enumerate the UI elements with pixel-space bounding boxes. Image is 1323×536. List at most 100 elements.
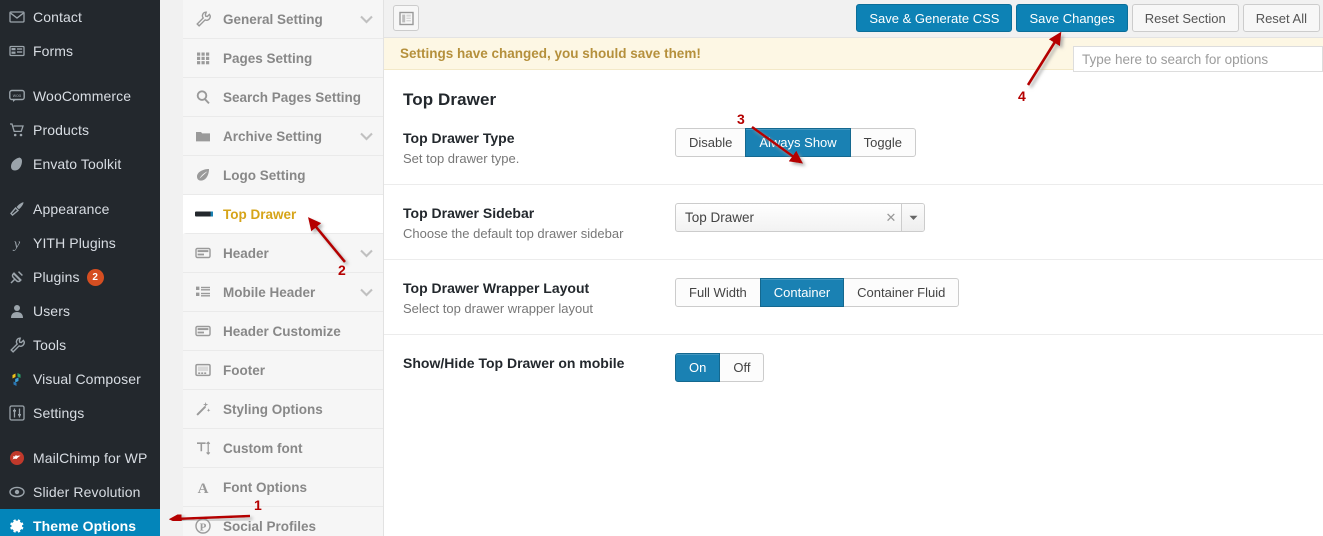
sidebar-item-label: MailChimp for WP: [33, 450, 148, 466]
magic-wand-icon: [195, 401, 223, 417]
buttonset-option-full-width[interactable]: Full Width: [675, 278, 761, 307]
sidebar-item-visual-composer[interactable]: Visual Composer: [0, 362, 160, 396]
sidebar-item-tools[interactable]: Tools: [0, 328, 160, 362]
option-field-row: Top Drawer Sidebar Choose the default top…: [384, 185, 1323, 260]
sidebar-item-envato-toolkit[interactable]: Envato Toolkit: [0, 147, 160, 181]
chevron-down-icon[interactable]: [901, 204, 924, 231]
text-height-icon: [195, 440, 223, 456]
envato-leaf-icon: [9, 154, 33, 174]
buttonset-option-toggle[interactable]: Toggle: [849, 128, 916, 157]
options-nav-item-label: Search Pages Setting: [223, 89, 362, 105]
chevron-down-icon[interactable]: [360, 246, 373, 261]
chevron-down-icon[interactable]: [360, 129, 373, 144]
option-field-control: On Off: [675, 353, 765, 382]
toolbar-button-group: Save & Generate CSS Save Changes Reset S…: [856, 4, 1320, 32]
options-nav-item-mobile-header[interactable]: Mobile Header: [183, 273, 383, 312]
sidebar-item-yith-plugins[interactable]: y YITH Plugins: [0, 226, 160, 260]
sidebar-item-users[interactable]: Users: [0, 294, 160, 328]
sidebar-separator: [0, 181, 160, 192]
options-nav-item-label: Font Options: [223, 479, 307, 495]
save-changes-button[interactable]: Save Changes: [1016, 4, 1128, 32]
reset-all-button[interactable]: Reset All: [1242, 4, 1320, 32]
options-fields-list: Top Drawer Type Set top drawer type. Disab…: [384, 110, 1323, 400]
sidebar-item-label: YITH Plugins: [33, 235, 116, 251]
options-nav-item-header-customize[interactable]: Header Customize: [183, 312, 383, 351]
sidebar-item-label: Forms: [33, 43, 74, 59]
option-field-description: Set top drawer type.: [403, 151, 520, 166]
buttonset-option-off[interactable]: Off: [719, 353, 765, 382]
sidebar-item-appearance[interactable]: Appearance: [0, 192, 160, 226]
options-nav-item-custom-font[interactable]: Custom font: [183, 429, 383, 468]
svg-text:y: y: [12, 237, 21, 251]
options-nav-item-header[interactable]: Header: [183, 234, 383, 273]
yith-icon: y: [9, 233, 33, 253]
options-nav-item-footer[interactable]: Footer: [183, 351, 383, 390]
buttonset-option-container-fluid[interactable]: Container Fluid: [843, 278, 960, 307]
option-field-label: Top Drawer Sidebar Choose the default top…: [403, 203, 675, 241]
sidebar-separator: [0, 68, 160, 79]
save-generate-css-button[interactable]: Save & Generate CSS: [856, 4, 1013, 32]
options-nav-item-archive-setting[interactable]: Archive Setting: [183, 117, 383, 156]
options-main-panel: Save & Generate CSS Save Changes Reset S…: [384, 0, 1323, 536]
search-input[interactable]: [1073, 46, 1323, 72]
options-nav-item-label: Mobile Header: [223, 284, 316, 300]
options-nav-item-label: Pages Setting: [223, 50, 313, 66]
annotation-number-2: 2: [338, 262, 346, 278]
forms-icon: [9, 41, 33, 61]
sidebar-item-products[interactable]: Products: [0, 113, 160, 147]
options-nav-item-label: Social Profiles: [223, 518, 317, 534]
buttonset-option-disable[interactable]: Disable: [675, 128, 747, 157]
options-nav-item-font-options[interactable]: A Font Options: [183, 468, 383, 507]
expand-panel-icon[interactable]: [393, 5, 419, 31]
sidebar-item-label: Theme Options: [33, 518, 137, 534]
options-nav-item-pages-setting[interactable]: Pages Setting: [183, 39, 383, 78]
buttonset-option-always-show[interactable]: Always Show: [745, 128, 851, 157]
option-field-label: Top Drawer Wrapper Layout Select top draw…: [403, 278, 675, 316]
slider-revolution-icon: [9, 482, 33, 502]
options-nav-item-styling-options[interactable]: Styling Options: [183, 390, 383, 429]
sidebar-separator: [0, 430, 160, 441]
sidebar-item-forms[interactable]: Forms: [0, 34, 160, 68]
sidebar-item-settings[interactable]: Settings: [0, 396, 160, 430]
sidebar-item-mailchimp-for-wp[interactable]: MailChimp for WP: [0, 441, 160, 475]
font-a-icon: A: [195, 479, 223, 495]
wrench-icon: [9, 335, 33, 355]
sidebar-select[interactable]: Top Drawer ✕: [675, 203, 925, 232]
sidebar-item-woocommerce[interactable]: woo WooCommerce: [0, 79, 160, 113]
drawer-bar-icon: [195, 209, 223, 219]
options-nav-item-label: Styling Options: [223, 401, 323, 417]
option-field-title: Top Drawer Wrapper Layout: [403, 280, 590, 296]
option-field-row: Top Drawer Type Set top drawer type. Disab…: [384, 110, 1323, 185]
sidebar-item-label: Envato Toolkit: [33, 156, 122, 172]
sidebar-item-plugins[interactable]: Plugins 2: [0, 260, 160, 294]
option-field-description: Choose the default top drawer sidebar: [403, 226, 624, 241]
option-field-label: Top Drawer Type Set top drawer type.: [403, 128, 675, 166]
options-nav-item-social-profiles[interactable]: P Social Profiles: [183, 507, 383, 536]
options-nav-item-logo-setting[interactable]: Logo Setting: [183, 156, 383, 195]
sidebar-item-contact[interactable]: Contact: [0, 0, 160, 34]
options-nav-item-general-setting[interactable]: General Setting: [183, 0, 383, 39]
sidebar-item-theme-options[interactable]: Theme Options: [0, 509, 160, 536]
reset-section-button[interactable]: Reset Section: [1131, 4, 1239, 32]
header-bars-icon: [195, 245, 223, 261]
chevron-down-icon[interactable]: [360, 285, 373, 300]
sliders-icon: [9, 403, 33, 423]
wrench-icon: [195, 11, 223, 27]
sidebar-item-slider-revolution[interactable]: Slider Revolution: [0, 475, 160, 509]
option-field-control: Top Drawer ✕: [675, 203, 925, 232]
grid-dots-icon: [195, 50, 223, 66]
options-nav-item-search-pages-setting[interactable]: Search Pages Setting: [183, 78, 383, 117]
sidebar-item-label: Users: [33, 303, 71, 319]
clear-x-icon[interactable]: ✕: [881, 210, 901, 226]
chevron-down-icon[interactable]: [360, 12, 373, 27]
plug-icon: [9, 267, 33, 287]
buttonset-option-on[interactable]: On: [675, 353, 721, 382]
button-set: Full Width Container Container Fluid: [675, 278, 960, 307]
user-icon: [9, 301, 33, 321]
sidebar-item-label: Slider Revolution: [33, 484, 141, 500]
options-nav-item-label: General Setting: [223, 11, 323, 27]
options-nav-item-label: Top Drawer: [223, 206, 297, 222]
svg-text:A: A: [198, 481, 209, 495]
buttonset-option-container[interactable]: Container: [759, 278, 845, 307]
options-nav-item-top-drawer[interactable]: Top Drawer: [183, 195, 383, 234]
